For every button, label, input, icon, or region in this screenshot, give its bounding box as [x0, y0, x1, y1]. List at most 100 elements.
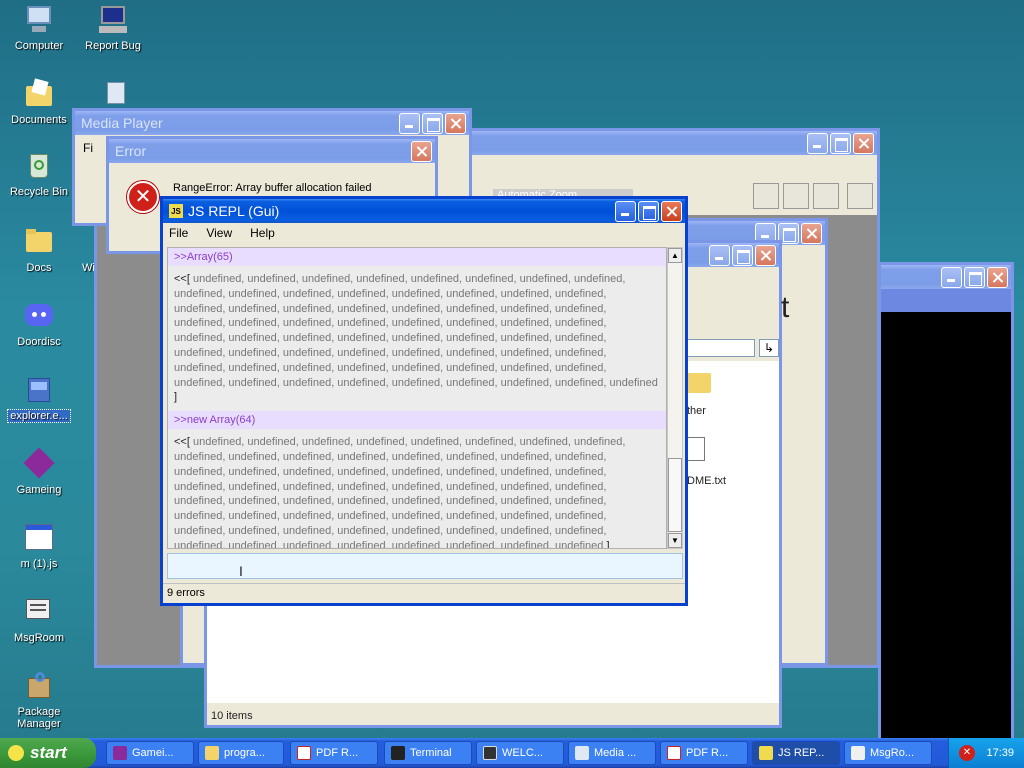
desktop-icon-explorer[interactable]: explorer.e...	[2, 374, 76, 423]
comment-icon[interactable]	[753, 183, 779, 209]
print-icon[interactable]	[813, 183, 839, 209]
dark-strip	[881, 289, 1011, 312]
close-button[interactable]	[661, 200, 682, 222]
close-button[interactable]	[755, 244, 776, 266]
msgroom-icon	[23, 596, 55, 628]
close-button[interactable]	[445, 112, 466, 134]
task-label: PDF R...	[316, 747, 359, 759]
status-bar: 10 items	[211, 710, 253, 722]
error-count: 9 errors	[167, 587, 205, 599]
text-file-icon[interactable]	[687, 437, 705, 461]
desktop-icon-msgroom[interactable]: MsgRoom	[2, 596, 76, 644]
title-bar[interactable]: Error	[109, 139, 435, 163]
menu-bar: File View Help	[163, 223, 685, 243]
clock[interactable]: 17:39	[986, 747, 1014, 759]
js-icon: JS	[169, 204, 183, 218]
tools-icon[interactable]	[847, 183, 873, 209]
file-label[interactable]: ther	[687, 405, 706, 417]
title-bar[interactable]: Media Player	[75, 111, 469, 135]
smiley-icon	[8, 745, 24, 761]
desktop-icon-documents[interactable]: Documents	[2, 78, 76, 126]
close-button[interactable]	[853, 132, 874, 154]
address-bar[interactable]	[683, 339, 755, 357]
menu-file[interactable]: Fi	[83, 141, 93, 155]
maximize-button[interactable]	[732, 244, 753, 266]
task-programs[interactable]: progra...	[198, 741, 284, 765]
folder-icon	[23, 226, 55, 258]
title-bar[interactable]: JS JS REPL (Gui)	[163, 199, 685, 223]
desktop-icon-docs[interactable]: Docs	[2, 226, 76, 274]
result-prefix: <<	[174, 436, 187, 449]
task-msgroom[interactable]: MsgRo...	[844, 741, 932, 765]
task-label: WELC...	[502, 747, 543, 759]
vertical-scrollbar[interactable]: ▲ ▼	[667, 247, 683, 549]
error-message: RangeError: Array buffer allocation fail…	[173, 182, 372, 194]
scroll-thumb[interactable]	[668, 458, 682, 532]
window-title: JS REPL (Gui)	[188, 203, 280, 219]
task-terminal[interactable]: Terminal	[384, 741, 472, 765]
report-bug-icon	[97, 4, 129, 36]
big-letter: t	[781, 291, 790, 324]
maximize-button[interactable]	[964, 266, 985, 288]
minimize-button[interactable]	[807, 132, 828, 154]
recycle-bin-icon	[23, 150, 55, 182]
desktop-icon-m1js[interactable]: m (1).js	[2, 522, 76, 570]
desktop-icon-label: Gameing	[16, 484, 62, 496]
close-button[interactable]	[987, 266, 1008, 288]
menu-view[interactable]: View	[206, 226, 232, 240]
minimize-button[interactable]	[615, 200, 636, 222]
result-close-bracket: ]	[174, 391, 178, 404]
close-button[interactable]	[801, 222, 822, 244]
desktop-icon-label: Documents	[11, 114, 67, 126]
desktop-icon-recycle-bin[interactable]: Recycle Bin	[2, 150, 76, 198]
task-media-player[interactable]: Media ...	[568, 741, 656, 765]
desktop-icon-label: Docs	[26, 262, 52, 274]
js-repl-window[interactable]: JS JS REPL (Gui) File View Help >>Array(…	[160, 196, 688, 606]
close-button[interactable]	[411, 140, 432, 162]
open-folder-icon[interactable]	[783, 183, 809, 209]
desktop-icon-label: Report Bug	[85, 40, 141, 52]
result-body: undefined, undefined, undefined, undefin…	[174, 436, 626, 549]
desktop-icon-report-bug[interactable]: Report Bug	[76, 4, 150, 52]
welcome-icon	[483, 746, 497, 760]
title-bar[interactable]	[881, 265, 1011, 289]
result-open-bracket: [	[186, 273, 190, 285]
scroll-down-arrow-icon[interactable]: ▼	[668, 533, 682, 548]
minimize-button[interactable]	[709, 244, 730, 266]
background-window-dark[interactable]	[878, 262, 1014, 742]
task-pdf-reader-2[interactable]: PDF R...	[660, 741, 748, 765]
folder-icon	[205, 746, 219, 760]
minimize-button[interactable]	[941, 266, 962, 288]
discord-icon	[23, 300, 55, 332]
maximize-button[interactable]	[638, 200, 659, 222]
folder-icon[interactable]	[685, 373, 711, 393]
repl-output: >>Array(65) <<[ undefined, undefined, un…	[167, 247, 667, 549]
task-js-repl[interactable]: JS REP...	[752, 741, 840, 765]
menu-help[interactable]: Help	[250, 226, 275, 240]
media-player-icon	[575, 746, 589, 760]
go-arrow-icon[interactable]: ↳	[759, 339, 779, 357]
desktop-icon-label: Package Manager	[17, 706, 61, 730]
dark-content	[881, 312, 1011, 739]
repl-input[interactable]	[167, 553, 683, 579]
desktop-icon-gameing[interactable]: Gameing	[2, 447, 76, 496]
task-label: Terminal	[410, 747, 452, 759]
task-pdf-reader-1[interactable]: PDF R...	[290, 741, 378, 765]
file-label[interactable]: DME.txt	[687, 475, 726, 487]
error-tray-icon[interactable]: ✕	[959, 745, 975, 761]
desktop-icon-label: MsgRoom	[13, 632, 65, 644]
task-gameing[interactable]: Gamei...	[106, 741, 194, 765]
desktop-icon-doordisc[interactable]: Doordisc	[2, 300, 76, 348]
start-button[interactable]: start	[0, 738, 96, 768]
task-welcome[interactable]: WELC...	[476, 741, 564, 765]
desktop-icon-computer[interactable]: Computer	[2, 4, 76, 52]
scroll-up-arrow-icon[interactable]: ▲	[668, 248, 682, 263]
explorer-exe-icon	[23, 374, 55, 406]
js-icon	[759, 746, 773, 760]
desktop-icon-package-manager[interactable]: Package Manager	[2, 670, 76, 730]
menu-file[interactable]: File	[169, 226, 188, 240]
maximize-button[interactable]	[830, 132, 851, 154]
maximize-button[interactable]	[422, 112, 443, 134]
repl-result: <<[ undefined, undefined, undefined, und…	[168, 266, 666, 411]
minimize-button[interactable]	[399, 112, 420, 134]
